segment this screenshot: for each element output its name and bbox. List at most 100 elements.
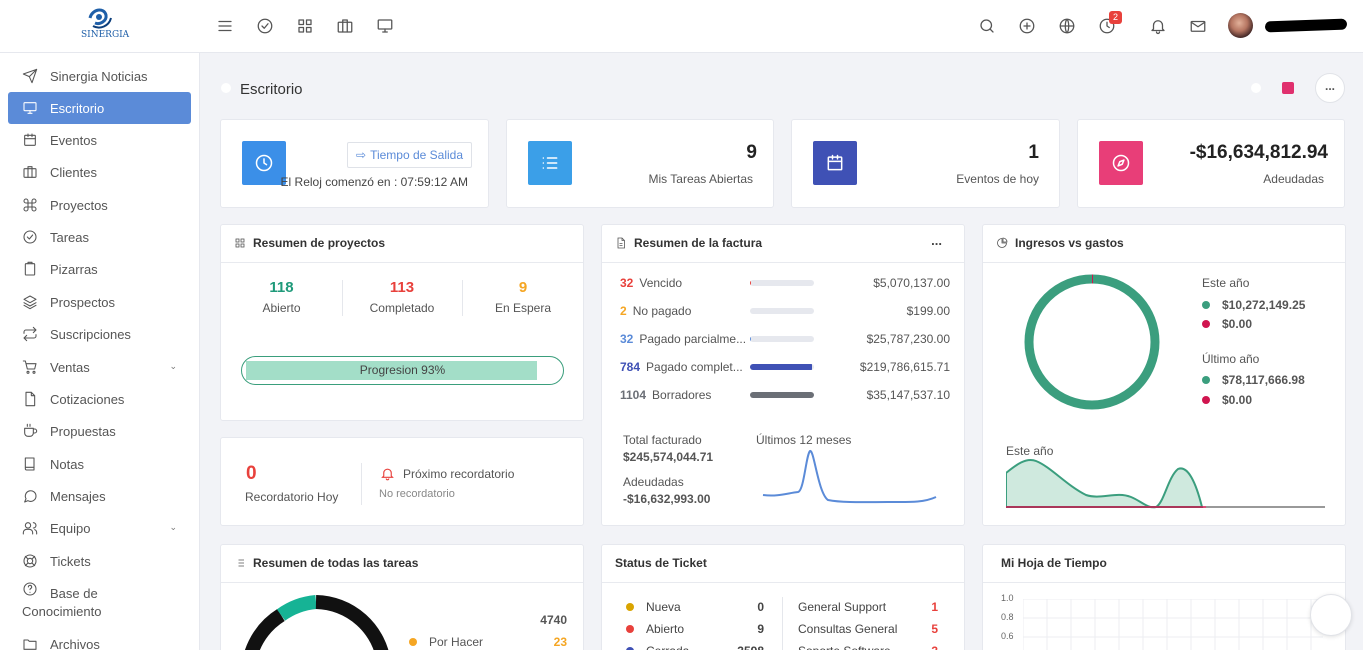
sidebar-item-propuestas[interactable]: Propuestas — [8, 415, 191, 447]
this-year-label: Este año — [1202, 276, 1250, 290]
check-circle-icon[interactable] — [254, 15, 276, 37]
bell-icon[interactable] — [1147, 15, 1169, 37]
invoice-summary-card: Resumen de la factura ... 32 Vencido $5,07… — [601, 224, 965, 526]
ticket-status-card: Status de Ticket Nueva0 Abierto9 Cerrada35… — [601, 544, 965, 650]
projects-completed[interactable]: 113 Completado — [342, 279, 462, 315]
page-title: Escritorio — [240, 81, 303, 98]
invoice-row[interactable]: 784 Pagado complet... $219,786,615.71 — [620, 360, 950, 376]
timesheet-tick: 0.8 — [1001, 612, 1014, 622]
sidebar-item-suscripciones[interactable]: Suscripciones — [8, 318, 191, 350]
ticket-type-row[interactable]: Consultas General 5 — [798, 622, 938, 636]
sidebar-item-ventas[interactable]: Ventas ⌄ — [8, 351, 191, 383]
sidebar-item-clientes[interactable]: Clientes — [8, 156, 191, 188]
invoice-row[interactable]: 32 Vencido $5,070,137.00 — [620, 276, 950, 292]
invoice-row-bar — [750, 392, 814, 398]
sidebar-item-cotizaciones[interactable]: Cotizaciones — [8, 383, 191, 415]
sidebar-item-tickets[interactable]: Tickets — [8, 545, 191, 577]
plus-circle-icon[interactable] — [1016, 15, 1038, 37]
repeat-icon — [22, 326, 38, 342]
grid-icon[interactable] — [294, 15, 316, 37]
notification-badge: 2 — [1109, 11, 1123, 24]
more-options-button[interactable]: ... — [1315, 73, 1345, 103]
layers-icon — [22, 294, 38, 310]
mail-icon[interactable] — [1187, 15, 1209, 37]
compass-icon — [1099, 141, 1143, 185]
ticket-status-title: Status de Ticket — [615, 556, 707, 570]
menu-icon[interactable] — [214, 15, 236, 37]
user-avatar[interactable] — [1228, 13, 1253, 38]
brand-logo[interactable]: SINERGIA — [78, 6, 129, 46]
calendar-icon — [22, 132, 38, 148]
sidebar-item-prospectos[interactable]: Prospectos — [8, 286, 191, 318]
sidebar: Sinergia Noticias Escritorio Eventos Cli… — [0, 53, 200, 650]
invoice-more-button[interactable]: ... — [931, 233, 942, 248]
sidebar-item-proyectos[interactable]: Proyectos — [8, 189, 191, 221]
sidebar-item-escritorio[interactable]: Escritorio — [8, 92, 191, 124]
ticket-status-row[interactable]: Abierto 9 — [626, 622, 764, 636]
reminder-count-label: Recordatorio Hoy — [245, 490, 339, 504]
floating-action-button[interactable] — [1310, 594, 1352, 636]
invoice-row-label: No pagado — [632, 304, 692, 318]
users-icon — [22, 520, 38, 536]
invoice-row-amount: $199.00 — [906, 304, 950, 318]
briefcase-icon[interactable] — [334, 15, 356, 37]
timesheet-card: Mi Hoja de Tiempo 1.0 0.8 0.6 — [982, 544, 1346, 650]
globe-icon[interactable] — [1056, 15, 1078, 37]
dues-card[interactable]: -$16,634,812.94 Adeudadas — [1077, 119, 1345, 208]
list-icon — [236, 559, 244, 567]
clipboard-icon — [22, 261, 38, 277]
no-reminder-text: No recordatorio — [379, 488, 455, 500]
invoice-due-label: Adeudadas — [623, 475, 684, 489]
clock-out-button[interactable]: ⇨ Tiempo de Salida — [347, 142, 473, 168]
color-swatch[interactable] — [1282, 82, 1294, 94]
sidebar-item-notas[interactable]: Notas — [8, 448, 191, 480]
sidebar-item-noticias[interactable]: Sinergia Noticias — [8, 60, 191, 92]
sign-out-icon: ⇨ — [356, 148, 367, 162]
logo-mark-icon — [88, 8, 112, 29]
events-today-card[interactable]: 1 Eventos de hoy — [791, 119, 1060, 208]
income-donut-chart — [1024, 274, 1160, 410]
sidebar-item-eventos[interactable]: Eventos — [8, 124, 191, 156]
toggle-dot[interactable] — [1251, 83, 1261, 93]
top-bar: SINERGIA 2 — [0, 0, 1363, 53]
chevron-down-icon: ⌄ — [169, 522, 177, 532]
ticket-type-row[interactable]: General Support 1 — [798, 600, 938, 614]
sidebar-item-archivos[interactable]: Archivos — [8, 628, 191, 650]
open-tasks-card[interactable]: 9 Mis Tareas Abiertas — [506, 119, 774, 208]
income-expenses-title: Ingresos vs gastos — [996, 236, 1124, 250]
invoice-row[interactable]: 32 Pagado parcialme... $25,787,230.00 — [620, 332, 950, 348]
invoice-row-bar — [750, 364, 814, 370]
file-icon — [22, 391, 38, 407]
this-year-income: $10,272,149.25 — [1202, 298, 1305, 312]
list-icon — [528, 141, 572, 185]
next-reminder[interactable]: Próximo recordatorio — [380, 466, 514, 481]
clock-icon — [242, 141, 286, 185]
invoice-row-count: 2 — [620, 304, 627, 318]
invoice-row[interactable]: 2 No pagado $199.00 — [620, 304, 950, 320]
ticket-status-row[interactable]: Cerrada3598 — [626, 644, 764, 650]
invoice-row[interactable]: 1104 Borradores $35,147,537.10 — [620, 388, 950, 404]
ticket-type-row[interactable]: Soporte Software3 — [798, 644, 938, 650]
sidebar-item-mensajes[interactable]: Mensajes — [8, 480, 191, 512]
invoice-row-label: Borradores — [652, 388, 712, 402]
reminder-count: 0 — [246, 463, 257, 484]
search-icon[interactable] — [976, 15, 998, 37]
open-tasks-count: 9 — [746, 142, 757, 163]
income-expenses-card: Ingresos vs gastos Este año $10,272,149.… — [982, 224, 1346, 526]
tasks-todo[interactable]: Por Hacer — [409, 635, 483, 649]
projects-on-hold[interactable]: 9 En Espera — [462, 279, 584, 315]
sidebar-item-equipo[interactable]: Equipo ⌄ — [8, 512, 191, 544]
invoice-row-bar — [750, 336, 814, 342]
monitor-icon[interactable] — [374, 15, 396, 37]
sidebar-item-tareas[interactable]: Tareas — [8, 221, 191, 253]
sidebar-item-conocimiento[interactable]: Base de Conocimiento — [8, 577, 191, 619]
logo-text: SINERGIA — [81, 30, 130, 40]
redacted-username — [1264, 18, 1348, 33]
projects-progress-bar: Progresion 93% — [241, 356, 564, 385]
sidebar-item-pizarras[interactable]: Pizarras — [8, 253, 191, 285]
file-text-icon — [617, 237, 625, 249]
invoice-row-label: Pagado parcialme... — [639, 332, 747, 346]
ticket-status-row[interactable]: Nueva 0 — [626, 600, 764, 614]
projects-open[interactable]: 118 Abierto — [221, 279, 342, 315]
total-invoiced-value: $245,574,044.71 — [623, 450, 714, 464]
